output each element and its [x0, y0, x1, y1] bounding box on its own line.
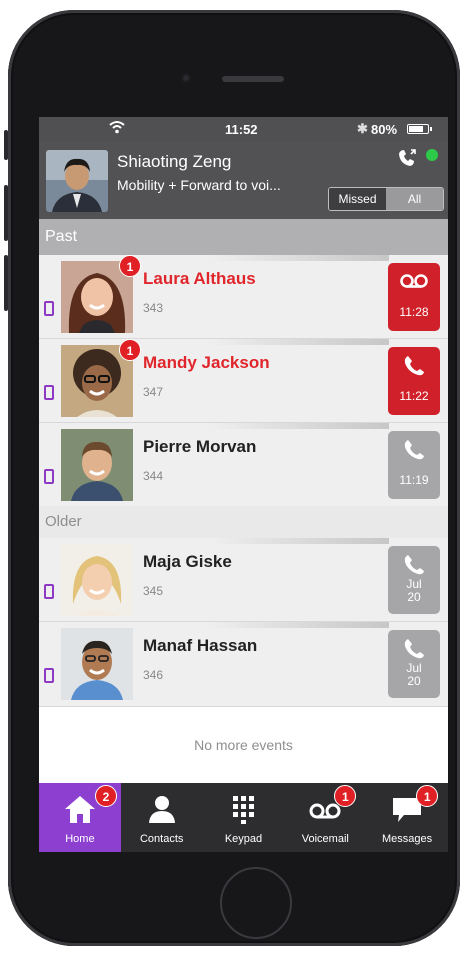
event-date-day: 20 — [407, 590, 421, 604]
event-button[interactable]: Jul 20 — [388, 546, 440, 614]
mute-switch — [4, 130, 8, 160]
list-item[interactable]: 1 Laura Althaus 343 11:28 — [39, 255, 448, 339]
bluetooth-icon: ✱ — [357, 121, 368, 136]
section-header-past: Past — [39, 219, 448, 255]
contact-extension: 346 — [143, 668, 164, 682]
voicemail-icon — [400, 274, 428, 288]
front-camera — [181, 73, 191, 83]
keypad-icon — [233, 796, 255, 824]
mobile-device-icon — [44, 469, 54, 484]
status-bar: 11:52 ✱ 80% — [39, 117, 448, 142]
tab-label: Home — [65, 833, 95, 845]
unread-badge: 1 — [119, 255, 141, 277]
profile-status[interactable]: Mobility + Forward to voi... — [117, 177, 281, 193]
contact-name: Manaf Hassan — [143, 636, 258, 655]
avatar — [61, 544, 133, 616]
tab-bar: 2 Home Contacts Keypad 1 Voicemail 1 Mes… — [39, 783, 448, 852]
contact-name: Maja Giske — [143, 552, 232, 571]
battery-percent: 80% — [371, 122, 398, 137]
tab-label: Messages — [382, 833, 433, 845]
avatar — [61, 628, 133, 700]
list-item[interactable]: Manaf Hassan 346 Jul 20 — [39, 622, 448, 707]
tab-home[interactable]: 2 Home — [39, 783, 121, 852]
row-shine — [209, 423, 389, 429]
no-more-events: No more events — [39, 707, 448, 783]
event-date: Jul 20 — [388, 662, 440, 688]
event-time: 11:22 — [399, 389, 429, 403]
contact-extension: 343 — [143, 301, 164, 315]
profile-name: Shiaoting Zeng — [117, 152, 232, 171]
app-screen: 11:52 ✱ 80% Shiaoting Zeng Mobility + Fo… — [39, 117, 448, 852]
tab-contacts[interactable]: Contacts — [121, 783, 203, 852]
event-button[interactable]: 11:22 — [388, 347, 440, 415]
tab-label: Voicemail — [301, 833, 349, 845]
contacts-icon — [148, 796, 175, 823]
event-button[interactable]: 11:28 — [388, 263, 440, 331]
row-shine — [209, 622, 389, 628]
event-date-day: 20 — [407, 674, 421, 688]
contact-name: Mandy Jackson — [143, 353, 270, 372]
mobile-device-icon — [44, 668, 54, 683]
filter-missed[interactable]: Missed — [329, 188, 386, 210]
event-time: 11:28 — [399, 305, 429, 319]
avatar — [61, 429, 133, 501]
wifi-icon — [109, 121, 125, 134]
profile-header: Shiaoting Zeng Mobility + Forward to voi… — [39, 142, 448, 219]
event-button[interactable]: Jul 20 — [388, 630, 440, 698]
status-time: 11:52 — [225, 122, 258, 137]
presence-icon — [426, 149, 438, 161]
event-button[interactable]: 11:19 — [388, 431, 440, 499]
call-filter-segmented[interactable]: Missed All — [328, 187, 444, 211]
contact-extension: 345 — [143, 584, 164, 598]
volume-up-button — [4, 185, 8, 241]
contact-name: Pierre Morvan — [143, 437, 257, 456]
earpiece-speaker — [222, 76, 284, 82]
battery-tip — [430, 127, 432, 131]
mobile-device-icon — [44, 385, 54, 400]
home-badge: 2 — [95, 785, 117, 807]
mobile-device-icon — [44, 584, 54, 599]
unread-badge: 1 — [119, 339, 141, 361]
list-item[interactable]: Maja Giske 345 Jul 20 — [39, 538, 448, 622]
tab-keypad[interactable]: Keypad — [203, 783, 285, 852]
home-button[interactable] — [220, 867, 292, 939]
avatar[interactable] — [46, 150, 108, 212]
event-time: 11:19 — [399, 473, 429, 487]
tab-label: Keypad — [224, 833, 263, 845]
tab-label: Contacts — [139, 833, 184, 845]
phone-icon — [404, 356, 424, 376]
row-shine — [209, 538, 389, 544]
section-header-older: Older — [39, 506, 448, 538]
tab-messages[interactable]: 1 Messages — [366, 783, 448, 852]
filter-all[interactable]: All — [386, 188, 443, 210]
battery-icon — [407, 124, 429, 134]
event-date: Jul 20 — [388, 578, 440, 604]
voicemail-badge: 1 — [334, 785, 357, 807]
phone-icon — [404, 639, 424, 659]
list-item[interactable]: 1 Mandy Jackson 347 11:22 — [39, 339, 448, 423]
contact-name: Laura Althaus — [143, 269, 256, 288]
contact-extension: 344 — [143, 469, 164, 483]
row-shine — [209, 339, 389, 345]
phone-icon — [404, 440, 424, 460]
messages-badge: 1 — [416, 785, 439, 807]
row-shine — [209, 255, 389, 261]
phone-icon — [404, 555, 424, 575]
volume-down-button — [4, 255, 8, 311]
tab-voicemail[interactable]: 1 Voicemail — [284, 783, 366, 852]
mobile-device-icon — [44, 301, 54, 316]
contact-extension: 347 — [143, 385, 164, 399]
home-icon — [64, 796, 95, 823]
list-item[interactable]: Pierre Morvan 344 11:19 — [39, 423, 448, 507]
